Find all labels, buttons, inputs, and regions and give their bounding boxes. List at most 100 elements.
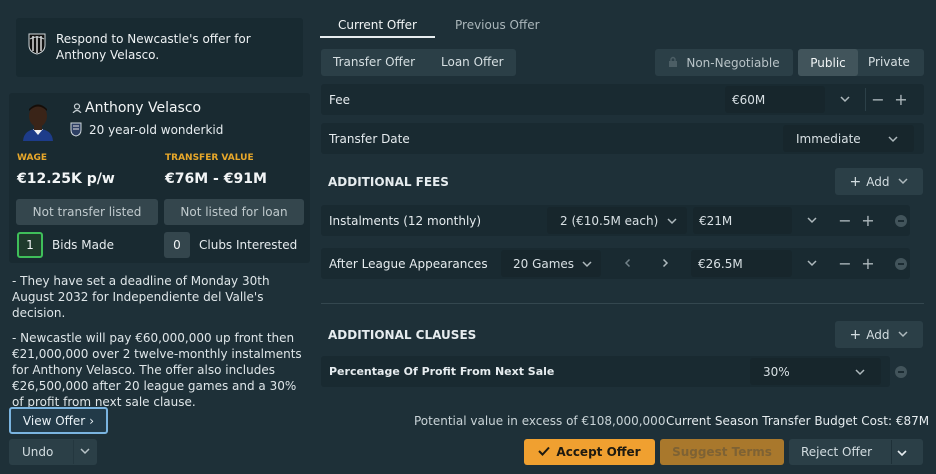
wage-value: €12.25K p/w: [17, 171, 115, 187]
instalments-row: Instalments (12 monthly) 2 (€10.5M each)…: [321, 205, 910, 236]
visibility-toggle: Public Private: [798, 49, 924, 76]
appearances-row: After League Appearances 20 Games €26.5M…: [321, 248, 910, 279]
tab-previous-offer[interactable]: Previous Offer: [455, 18, 540, 32]
appearances-minus-icon[interactable]: −: [834, 249, 856, 277]
accept-offer-label: Accept Offer: [556, 445, 641, 459]
instalments-amount-input[interactable]: €21M: [693, 207, 792, 234]
fee-plus-icon[interactable]: +: [890, 85, 912, 113]
appearances-plus-icon[interactable]: +: [857, 249, 879, 277]
transfer-date-label: Transfer Date: [329, 131, 410, 146]
sell-on-value: 30%: [763, 364, 790, 379]
budget-cost-text: Current Season Transfer Budget Cost: €87…: [666, 414, 930, 428]
reject-offer-button[interactable]: Reject Offer: [789, 439, 923, 465]
wage-label: WAGE: [17, 153, 48, 163]
clubs-label: Clubs Interested: [199, 238, 298, 252]
loan-offer-option[interactable]: Loan Offer: [441, 55, 504, 69]
reject-divider: [891, 440, 892, 464]
undo-button[interactable]: Undo: [9, 439, 97, 465]
appearances-next-icon[interactable]: [650, 249, 680, 277]
suggest-terms-label: Suggest Terms: [672, 445, 772, 459]
fee-dropdown-chevron-icon[interactable]: [830, 85, 860, 113]
appearances-label: After League Appearances: [329, 256, 488, 271]
fee-row: Fee €60M − +: [321, 84, 924, 115]
fee-value: €60M: [732, 92, 766, 107]
chevron-right-icon: ›: [89, 413, 95, 428]
lock-icon: [668, 56, 678, 70]
appearances-games-select[interactable]: 20 Games: [501, 250, 601, 277]
add-clause-label: Add: [866, 327, 890, 342]
plus-icon: +: [849, 326, 862, 343]
transfer-value: €76M - €91M: [165, 171, 267, 187]
instalments-label: Instalments (12 monthly): [329, 213, 482, 228]
remove-appearances-icon[interactable]: [895, 258, 907, 270]
player-name[interactable]: Anthony Velasco: [85, 100, 201, 116]
add-fee-button[interactable]: + Add: [835, 168, 923, 195]
fee-minus-icon[interactable]: −: [867, 85, 889, 113]
club-badge-icon: [69, 121, 83, 137]
instalments-count-select[interactable]: 2 (€10.5M each): [547, 207, 687, 234]
clubs-count-badge: 0: [164, 232, 190, 258]
chevron-down-icon: [855, 366, 865, 380]
private-option[interactable]: Private: [868, 55, 910, 69]
chevron-down-icon[interactable]: [80, 445, 90, 459]
public-option[interactable]: Public: [798, 49, 858, 76]
offer-type-toggle: Transfer Offer Loan Offer: [321, 49, 516, 76]
transfer-value-label: TRANSFER VALUE: [165, 153, 254, 163]
player-subtitle: 20 year-old wonderkid: [89, 123, 224, 137]
non-negotiable-button[interactable]: Non-Negotiable: [655, 49, 793, 76]
appearances-prev-icon[interactable]: [613, 249, 643, 277]
instalments-count-value: 2 (€10.5M each): [560, 213, 659, 228]
fee-input[interactable]: €60M: [725, 86, 825, 113]
transfer-date-select[interactable]: Immediate: [783, 125, 914, 152]
suggest-terms-button[interactable]: Suggest Terms: [660, 439, 784, 465]
additional-fees-title: ADDITIONAL FEES: [328, 175, 449, 189]
loan-listed-status: Not listed for loan: [164, 199, 304, 225]
chevron-down-icon[interactable]: [897, 447, 907, 461]
add-fee-label: Add: [866, 174, 890, 189]
offer-notes: - They have set a deadline of Monday 30t…: [12, 273, 305, 410]
bids-count-badge: 1: [17, 232, 43, 258]
offer-header-title: Respond to Newcastle's offer for Anthony…: [56, 32, 251, 62]
undo-divider: [73, 440, 74, 464]
sell-on-row: Percentage Of Profit From Next Sale 30%: [321, 356, 890, 387]
transfer-offer-option[interactable]: Transfer Offer: [333, 55, 415, 69]
chevron-down-icon: [582, 258, 592, 272]
offer-header-inner: Respond to Newcastle's offer for Anthony…: [16, 18, 303, 77]
appearances-games-value: 20 Games: [513, 256, 575, 271]
fee-divider: [865, 88, 866, 111]
transfer-date-row: Transfer Date Immediate: [321, 123, 924, 154]
check-icon: [538, 445, 551, 459]
deadline-note: - They have set a deadline of Monday 30t…: [12, 274, 270, 320]
appearances-amount-value: €26.5M: [698, 256, 743, 271]
accept-offer-button[interactable]: Accept Offer: [524, 439, 655, 465]
view-offer-button[interactable]: View Offer ›: [9, 407, 108, 434]
chevron-down-icon: [888, 133, 898, 147]
undo-label: Undo: [22, 445, 54, 459]
sell-on-label: Percentage Of Profit From Next Sale: [329, 365, 555, 378]
tab-current-offer[interactable]: Current Offer: [338, 18, 417, 32]
person-icon: [71, 102, 83, 114]
newcastle-crest-icon: [26, 32, 48, 56]
instalments-minus-icon[interactable]: −: [834, 206, 856, 234]
appearances-chevron-icon[interactable]: [797, 249, 827, 277]
add-clause-button[interactable]: + Add: [835, 321, 923, 348]
tab-active-underline: [320, 36, 435, 38]
instalments-amount-value: €21M: [699, 213, 733, 228]
plus-icon: +: [849, 173, 862, 190]
sell-on-select[interactable]: 30%: [750, 358, 881, 385]
additional-clauses-title: ADDITIONAL CLAUSES: [328, 328, 477, 342]
potential-value-text: Potential value in excess of €108,000,00…: [414, 414, 666, 428]
chevron-down-icon: [898, 328, 909, 342]
offer-summary-note: - Newcastle will pay €60,000,000 up fron…: [12, 331, 302, 409]
avatar: [21, 99, 55, 141]
section-divider: [321, 303, 924, 304]
transfer-date-value: Immediate: [796, 131, 861, 146]
remove-instalments-icon[interactable]: [895, 215, 907, 227]
fee-label: Fee: [329, 92, 351, 107]
appearances-amount-input[interactable]: €26.5M: [691, 250, 792, 277]
instalments-chevron-icon[interactable]: [797, 206, 827, 234]
instalments-plus-icon[interactable]: +: [857, 206, 879, 234]
remove-sell-on-icon[interactable]: [895, 366, 907, 378]
chevron-down-icon: [667, 215, 677, 229]
bids-label: Bids Made: [52, 238, 114, 252]
